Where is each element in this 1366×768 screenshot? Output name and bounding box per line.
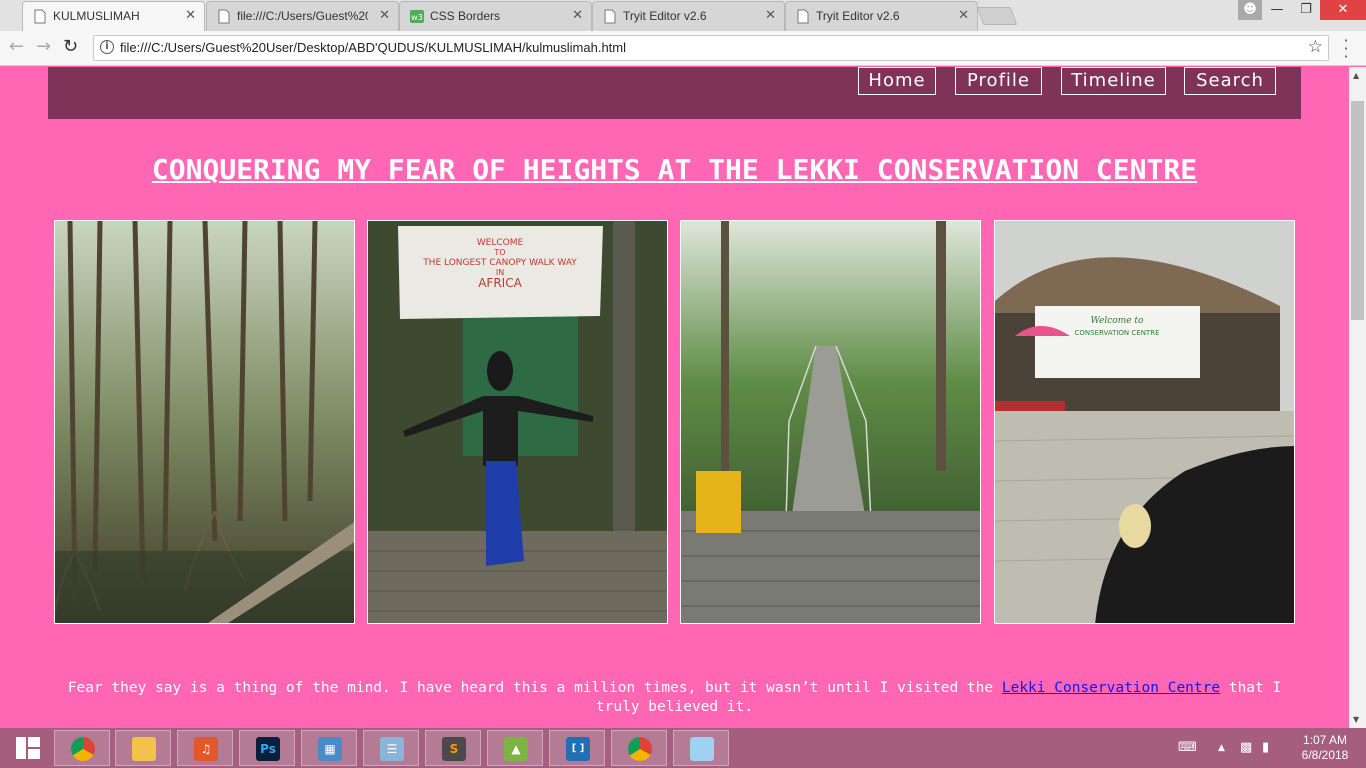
close-tab-icon[interactable]: ✕: [765, 7, 776, 23]
tab-title: CSS Borders: [430, 9, 501, 23]
taskbar-chrome-2[interactable]: [611, 730, 667, 766]
intro-text-before: Fear they say is a thing of the mind. I …: [67, 680, 1002, 696]
tab-kulmuslimah[interactable]: KULMUSLIMAH ✕: [22, 1, 205, 31]
sublime-text-icon: S: [442, 737, 466, 761]
tab-title: KULMUSLIMAH: [53, 9, 140, 23]
clock-time: 1:07 AM: [1302, 733, 1348, 747]
scrollbar-thumb[interactable]: [1351, 101, 1364, 320]
page-icon: [218, 9, 230, 24]
windows-taskbar: ♫ Ps ▦ ☰ S ▲ [ ] ⌨ ▲ ▩ ▮ 1:07 AM 6/8/201…: [0, 728, 1366, 768]
audio-app-icon: ♫: [194, 737, 218, 761]
sign-welcome-text: Welcome to: [1091, 316, 1145, 326]
reload-button[interactable]: ↻: [63, 37, 78, 57]
nav-search-link[interactable]: Search: [1184, 67, 1276, 95]
browser-toolbar: ← → ↻ i file:///C:/Users/Guest%20User/De…: [0, 31, 1366, 66]
restore-button[interactable]: ❐: [1292, 0, 1320, 20]
info-icon[interactable]: i: [100, 40, 114, 54]
chart-tool-icon: ▲: [504, 737, 528, 761]
calculator-icon: ▦: [318, 737, 342, 761]
taskbar-book-reader[interactable]: ☰: [363, 730, 419, 766]
tab-tryit-1[interactable]: Tryit Editor v2.6 ✕: [592, 1, 785, 31]
page-viewport: Home Profile Timeline Search CONQUERING …: [0, 67, 1349, 728]
chrome-icon-2: [628, 737, 652, 761]
nav-profile-link[interactable]: Profile: [955, 67, 1042, 95]
user-profile-icon[interactable]: ☻: [1238, 0, 1262, 20]
sign-centre-text: CONSERVATION CENTRE: [1075, 329, 1160, 337]
minimize-button[interactable]: —: [1262, 0, 1292, 20]
page-icon: [797, 9, 809, 24]
system-clock[interactable]: 1:07 AM 6/8/2018: [1290, 733, 1360, 763]
page-title: CONQUERING MY FEAR OF HEIGHTS AT THE LEK…: [151, 153, 1198, 186]
address-bar[interactable]: i file:///C:/Users/Guest%20User/Desktop/…: [93, 35, 1329, 61]
lekki-conservation-link[interactable]: Lekki Conservation Centre: [1002, 680, 1220, 696]
close-window-button[interactable]: ✕: [1320, 0, 1366, 20]
keyboard-icon[interactable]: ⌨: [1178, 740, 1197, 755]
chrome-icon: [71, 737, 95, 761]
taskbar-calculator[interactable]: ▦: [301, 730, 357, 766]
scroll-down-arrow-icon[interactable]: ▼: [1353, 715, 1359, 724]
nav-bar: Home Profile Timeline Search: [48, 67, 1301, 119]
photo-canopy-welcome: WELCOME TO THE LONGEST CANOPY WALK WAY I…: [367, 220, 668, 624]
w3schools-icon: w3: [410, 10, 424, 23]
taskbar-audio-app[interactable]: ♫: [177, 730, 233, 766]
photo-canopy-walkway: [680, 220, 981, 624]
forward-button[interactable]: →: [36, 37, 51, 57]
tab-strip: KULMUSLIMAH ✕ file:///C:/Users/Guest%20 …: [0, 0, 1366, 31]
close-tab-icon[interactable]: ✕: [958, 7, 969, 23]
banner-to-text: TO: [493, 248, 505, 257]
notepad-icon: [690, 737, 714, 761]
nav-home-link[interactable]: Home: [858, 67, 936, 95]
show-hidden-icons-icon[interactable]: ▲: [1218, 743, 1225, 753]
taskbar-chart-tool[interactable]: ▲: [487, 730, 543, 766]
banner-africa-text: AFRICA: [478, 276, 522, 290]
banner-canopy-text: THE LONGEST CANOPY WALK WAY: [422, 258, 577, 268]
tab-title: file:///C:/Users/Guest%20: [237, 9, 368, 23]
start-button-icon[interactable]: [16, 737, 40, 759]
new-tab-button[interactable]: [976, 7, 1018, 25]
vertical-scrollbar[interactable]: ▲ ▼: [1349, 67, 1366, 728]
address-url[interactable]: file:///C:/Users/Guest%20User/Desktop/AB…: [120, 40, 626, 55]
photo-conservation-entrance: Welcome to CONSERVATION CENTRE: [994, 220, 1295, 624]
network-icon[interactable]: ▩: [1240, 740, 1252, 755]
taskbar-brackets[interactable]: [ ]: [549, 730, 605, 766]
svg-text:w3: w3: [411, 13, 423, 22]
browser-menu-icon[interactable]: · · ·: [1342, 33, 1350, 65]
clock-date: 6/8/2018: [1301, 748, 1349, 762]
back-button[interactable]: ←: [9, 37, 24, 57]
scroll-up-arrow-icon[interactable]: ▲: [1353, 71, 1359, 80]
close-tab-icon[interactable]: ✕: [379, 7, 390, 23]
intro-paragraph: Fear they say is a thing of the mind. I …: [58, 679, 1291, 717]
book-reader-icon: ☰: [380, 737, 404, 761]
photo-mangrove-forest: [54, 220, 355, 624]
banner-welcome-text: WELCOME: [477, 238, 524, 248]
close-tab-icon[interactable]: ✕: [572, 7, 583, 23]
taskbar-sublime-text[interactable]: S: [425, 730, 481, 766]
taskbar-notepad[interactable]: [673, 730, 729, 766]
tab-tryit-2[interactable]: Tryit Editor v2.6 ✕: [785, 1, 978, 31]
nav-timeline-link[interactable]: Timeline: [1061, 67, 1166, 95]
tab-css-borders[interactable]: w3 CSS Borders ✕: [399, 1, 592, 31]
tab-file[interactable]: file:///C:/Users/Guest%20 ✕: [206, 1, 399, 31]
page-icon: [34, 9, 46, 24]
taskbar-chrome[interactable]: [54, 730, 110, 766]
battery-icon[interactable]: ▮: [1262, 740, 1269, 755]
brackets-icon: [ ]: [566, 737, 590, 761]
taskbar-photoshop[interactable]: Ps: [239, 730, 295, 766]
page-icon: [604, 9, 616, 24]
tab-title: Tryit Editor v2.6: [623, 9, 707, 23]
close-tab-icon[interactable]: ✕: [185, 7, 196, 23]
bookmark-star-icon[interactable]: ☆: [1308, 37, 1323, 57]
photoshop-icon: Ps: [256, 737, 280, 761]
file-explorer-icon: [132, 737, 156, 761]
taskbar-file-explorer[interactable]: [115, 730, 171, 766]
tab-title: Tryit Editor v2.6: [816, 9, 900, 23]
